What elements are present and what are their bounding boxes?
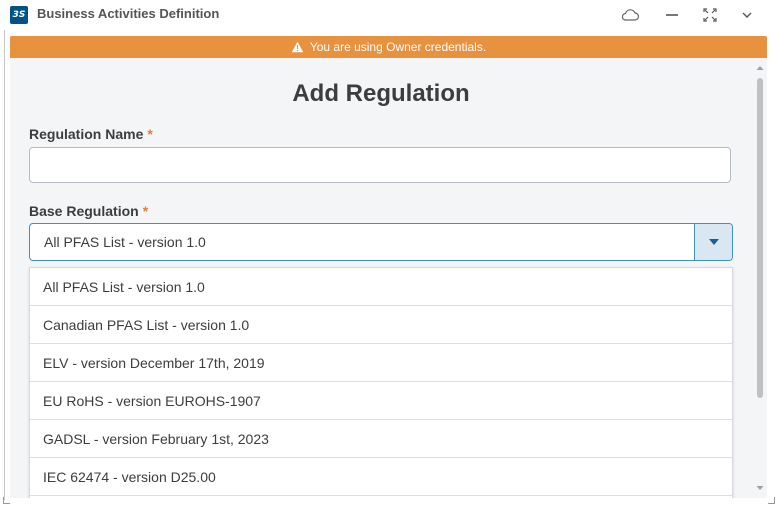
caret-down-icon bbox=[708, 239, 719, 245]
required-mark: * bbox=[147, 126, 153, 142]
base-regulation-label-text: Base Regulation bbox=[29, 203, 139, 219]
scroll-up-icon[interactable] bbox=[756, 64, 764, 72]
option-canadian-pfas[interactable]: Canadian PFAS List - version 1.0 bbox=[30, 306, 732, 344]
base-regulation-select[interactable]: All PFAS List - version 1.0 bbox=[29, 223, 733, 261]
chevron-down-icon[interactable] bbox=[735, 4, 759, 26]
vertical-scrollbar[interactable] bbox=[755, 64, 765, 496]
option-iec-62474[interactable]: IEC 62474 - version D25.00 bbox=[30, 458, 732, 496]
option-elv[interactable]: ELV - version December 17th, 2019 bbox=[30, 344, 732, 382]
title-bar: 3S Business Activities Definition bbox=[0, 0, 777, 30]
regulation-name-label-text: Regulation Name bbox=[29, 126, 144, 142]
credentials-banner: You are using Owner credentials. bbox=[10, 36, 767, 58]
maximize-icon[interactable] bbox=[698, 4, 722, 26]
form-panel: Add Regulation Regulation Name * Base Reg… bbox=[10, 58, 767, 498]
base-regulation-options-list: All PFAS List - version 1.0 Canadian PFA… bbox=[29, 267, 733, 498]
app-logo: 3S bbox=[10, 6, 28, 24]
resize-corner-left[interactable] bbox=[3, 497, 10, 504]
regulation-name-input[interactable] bbox=[29, 147, 731, 183]
warning-icon bbox=[291, 41, 304, 53]
frame-border bbox=[4, 30, 5, 500]
option-eu-rohs[interactable]: EU RoHS - version EUROHS-1907 bbox=[30, 382, 732, 420]
base-regulation-selected-value: All PFAS List - version 1.0 bbox=[44, 234, 206, 250]
page-title: Add Regulation bbox=[292, 80, 470, 107]
option-all-pfas[interactable]: All PFAS List - version 1.0 bbox=[30, 268, 732, 306]
cloud-icon[interactable] bbox=[618, 4, 642, 26]
banner-text: You are using Owner credentials. bbox=[309, 40, 487, 54]
window-title: Business Activities Definition bbox=[37, 6, 220, 21]
required-mark: * bbox=[142, 203, 149, 219]
regulation-name-label: Regulation Name * bbox=[29, 126, 153, 142]
resize-corner-right[interactable] bbox=[768, 497, 775, 504]
option-gadsl[interactable]: GADSL - version February 1st, 2023 bbox=[30, 420, 732, 458]
dropdown-toggle-button[interactable] bbox=[694, 224, 732, 260]
scrollbar-thumb[interactable] bbox=[757, 78, 763, 398]
scroll-down-icon[interactable] bbox=[756, 484, 764, 492]
minimize-icon[interactable] bbox=[660, 4, 684, 26]
base-regulation-label: Base Regulation * bbox=[29, 203, 148, 219]
